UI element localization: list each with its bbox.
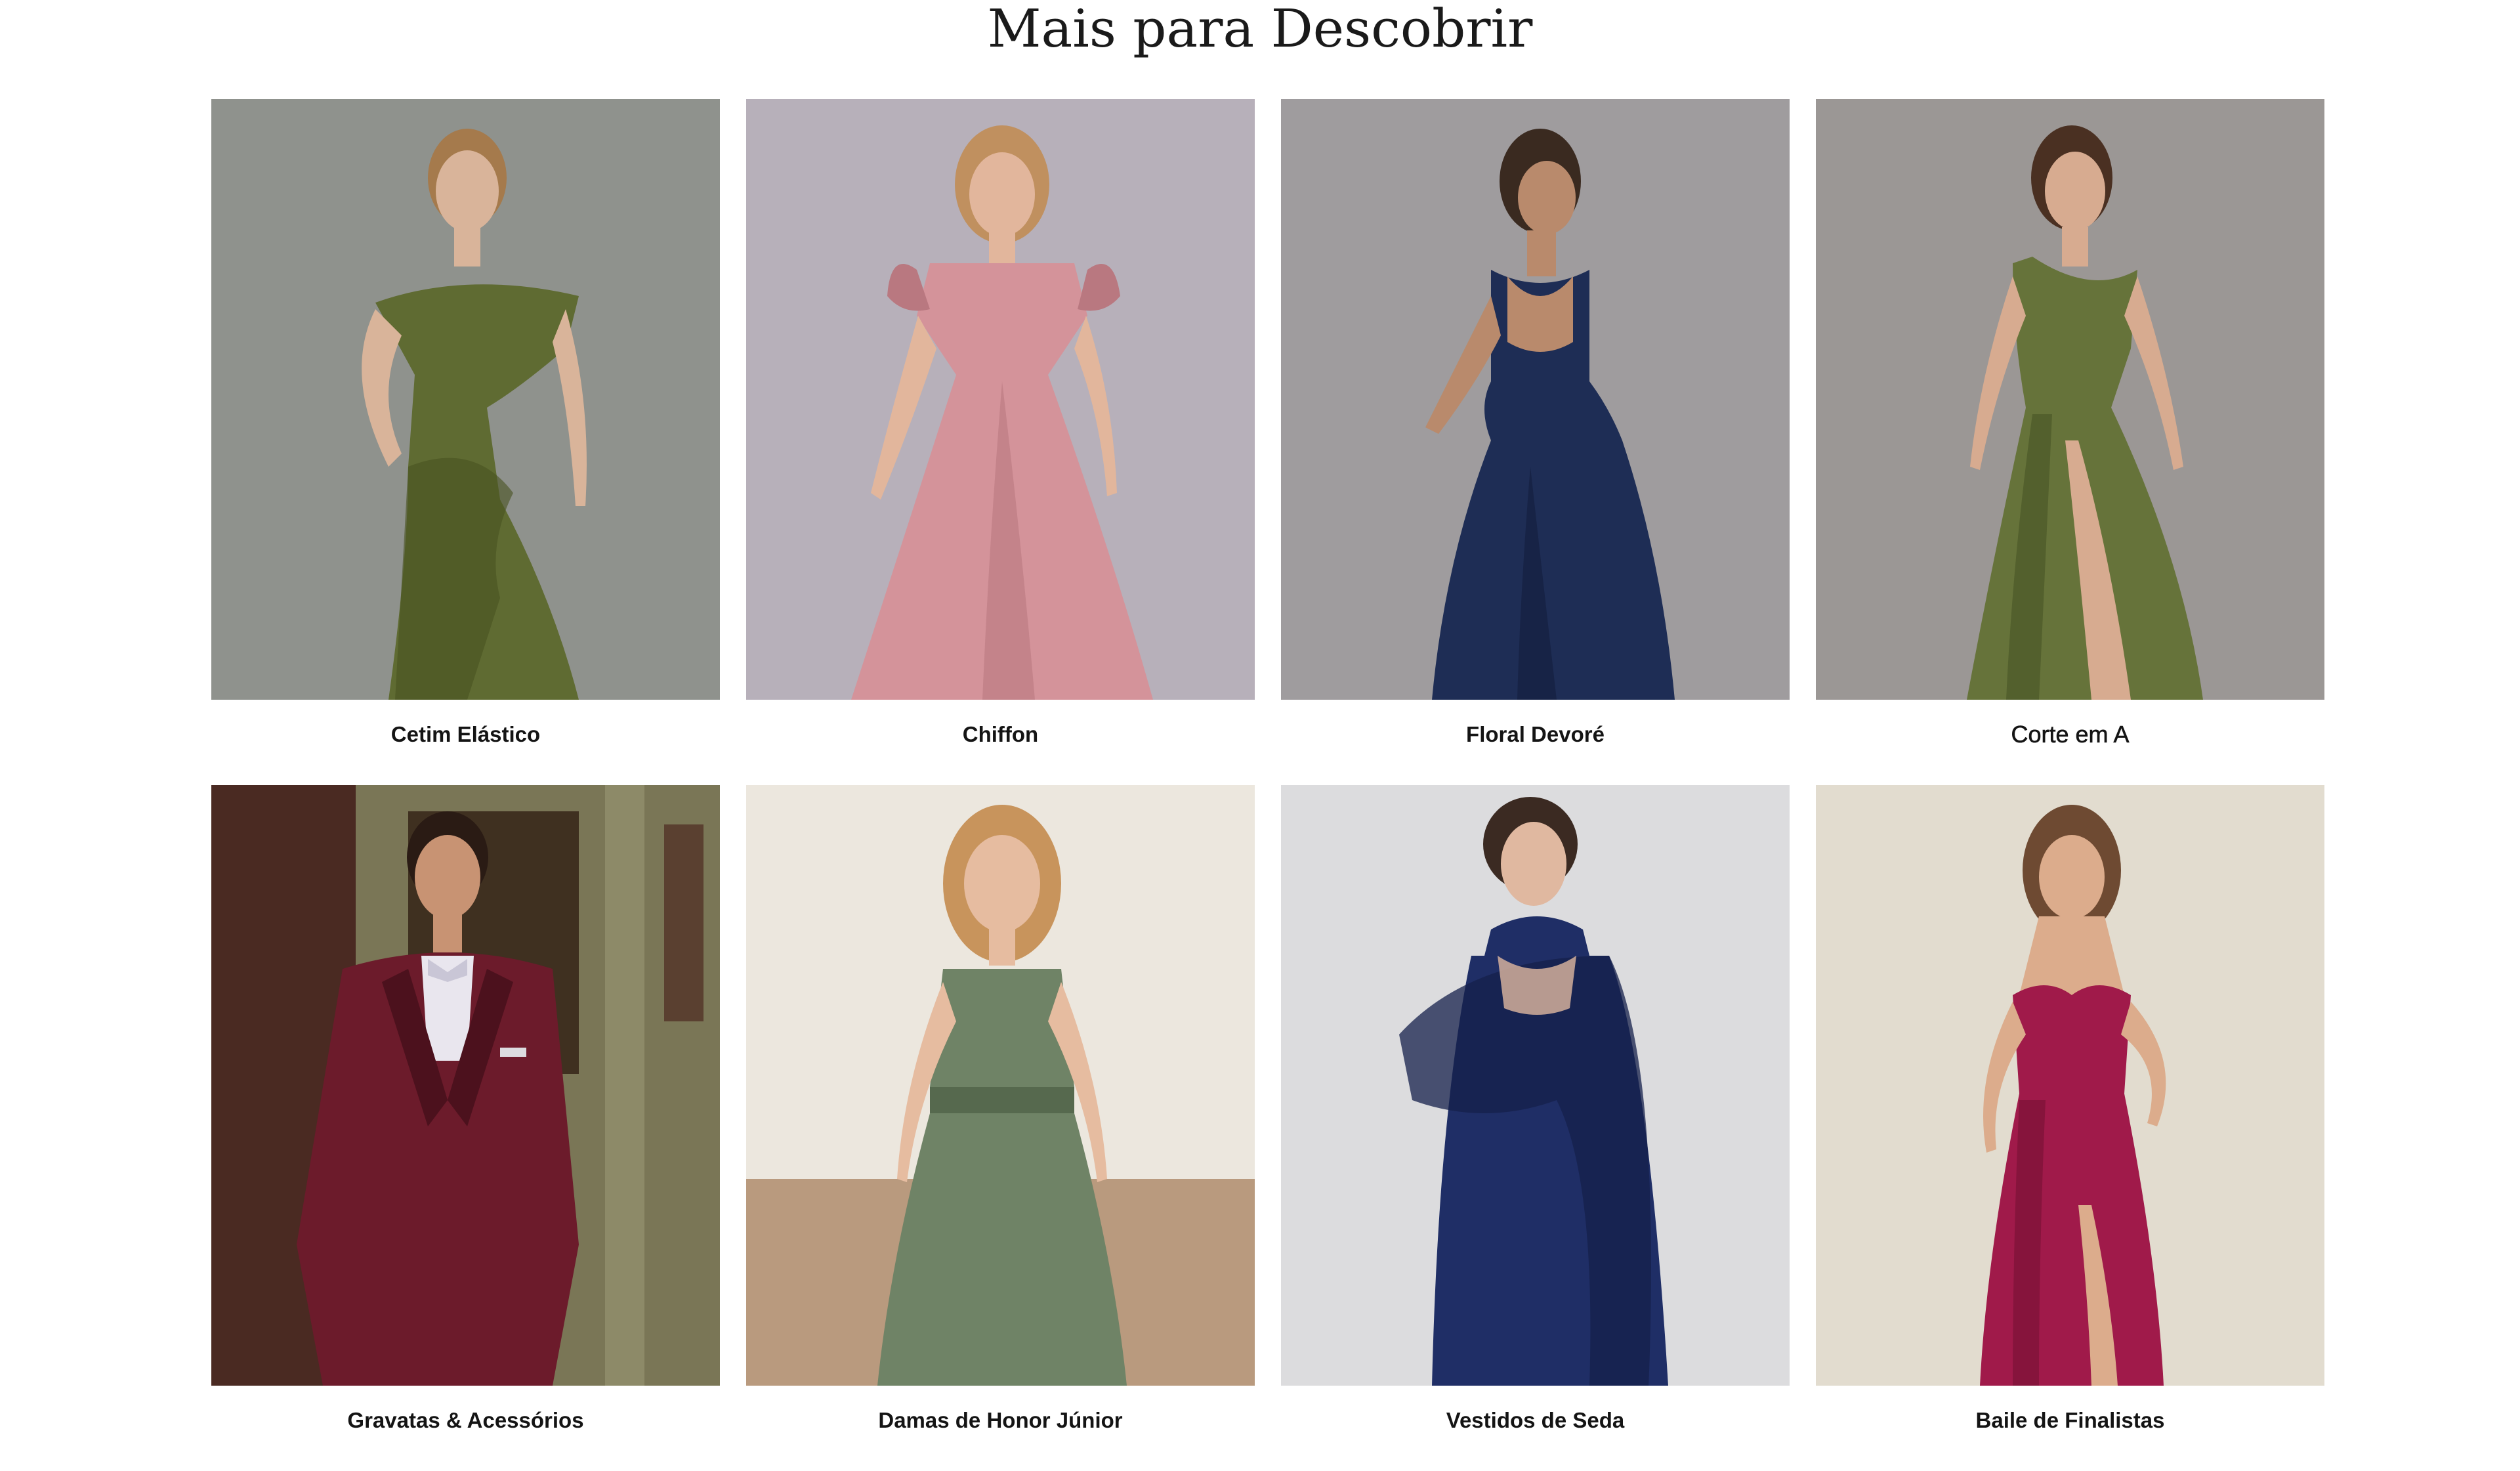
dress-photo-icon [211,99,720,700]
category-image-corte-em-a[interactable] [1816,99,2324,700]
category-label[interactable]: Gravatas & Acessórios [211,1407,720,1434]
dress-photo-icon [1281,99,1790,700]
category-image-cetim-elastico[interactable] [211,99,720,700]
category-card-floral-devore[interactable]: Floral Devoré [1281,99,1790,785]
suit-photo-icon [211,785,720,1386]
section-title: Mais para Descobrir [987,0,1533,59]
category-card-damas-de-honor-junior[interactable]: Damas de Honor Júnior [746,785,1255,1471]
dress-photo-icon [1281,785,1790,1386]
category-image-gravatas-acessorios[interactable] [211,785,720,1386]
category-label[interactable]: Cetim Elástico [211,721,720,748]
dress-photo-icon [1816,785,2324,1386]
dress-photo-icon [746,785,1255,1386]
category-card-corte-em-a[interactable]: Corte em A [1816,99,2324,785]
category-image-baile-de-finalistas[interactable] [1816,785,2324,1386]
category-label[interactable]: Corte em A [1816,721,2324,748]
dress-photo-icon [746,99,1255,700]
category-card-vestidos-de-seda[interactable]: Vestidos de Seda [1281,785,1790,1471]
category-label[interactable]: Vestidos de Seda [1281,1407,1790,1434]
category-image-vestidos-de-seda[interactable] [1281,785,1790,1386]
category-label[interactable]: Chiffon [746,721,1255,748]
dress-photo-icon [1816,99,2324,700]
category-card-baile-de-finalistas[interactable]: Baile de Finalistas [1816,785,2324,1471]
category-card-cetim-elastico[interactable]: Cetim Elástico [211,99,720,785]
category-image-floral-devore[interactable] [1281,99,1790,700]
category-card-gravatas-acessorios[interactable]: Gravatas & Acessórios [211,785,720,1471]
category-image-chiffon[interactable] [746,99,1255,700]
category-card-chiffon[interactable]: Chiffon [746,99,1255,785]
category-label[interactable]: Floral Devoré [1281,721,1790,748]
category-label[interactable]: Baile de Finalistas [1816,1407,2324,1434]
category-image-damas-de-honor-junior[interactable] [746,785,1255,1386]
category-grid: Cetim Elástico Chiffon Floral Devoré Cor… [211,99,2324,1471]
category-label[interactable]: Damas de Honor Júnior [746,1407,1255,1434]
